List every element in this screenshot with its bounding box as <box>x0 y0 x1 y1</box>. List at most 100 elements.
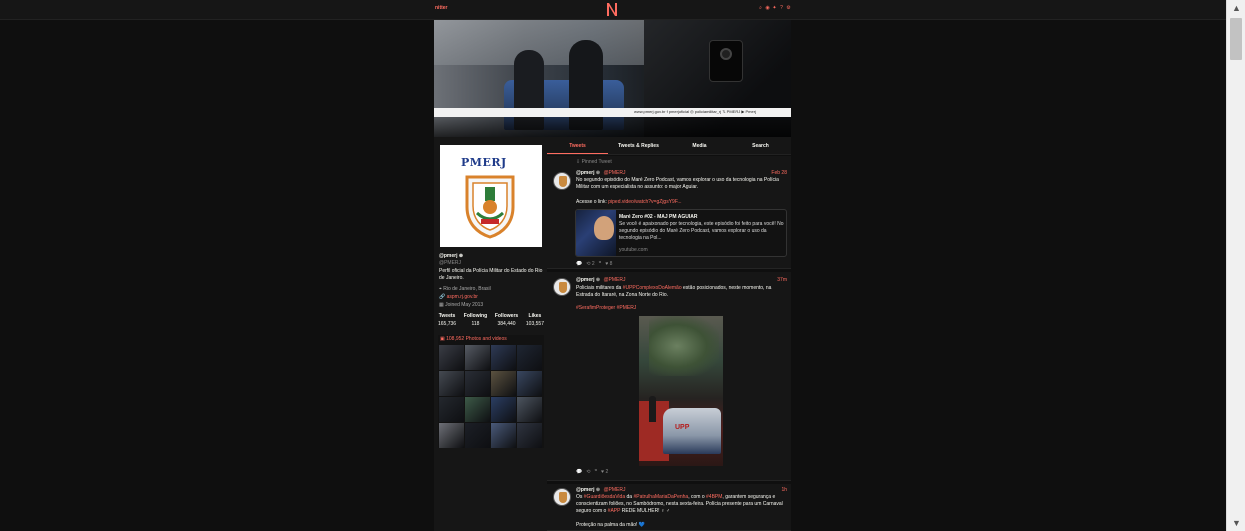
photo-rail-thumbnail[interactable] <box>465 371 490 396</box>
tweet-date[interactable]: 37m <box>777 277 787 283</box>
scroll-up-arrow-icon[interactable]: ▲ <box>1227 0 1245 16</box>
photo-rail-thumbnail[interactable] <box>465 397 490 422</box>
photo-rail-thumbnail[interactable] <box>439 423 464 448</box>
quote-icon[interactable]: ❞ <box>599 261 602 267</box>
profile-location: ⌖ Rio de Janeiro, Brasil <box>439 286 491 292</box>
stat-followers[interactable]: Followers 384,440 <box>495 313 518 327</box>
pmerj-crest-icon <box>465 175 515 239</box>
tweet-fullname[interactable]: @pmerj <box>576 170 595 176</box>
reply-icon[interactable]: 💬 <box>576 261 582 267</box>
tweet[interactable]: @pmerj ⊛ @PMERJ 1h Os #GuardiõesdaVida d… <box>547 484 791 531</box>
tab-search[interactable]: Search <box>730 137 791 154</box>
tweet-avatar[interactable] <box>553 278 571 296</box>
tweet-date[interactable]: 1h <box>781 487 787 493</box>
profile-fullname[interactable]: @pmerj ⊛ <box>439 253 463 259</box>
avatar-crest <box>559 176 567 187</box>
photo-rail-thumbnail[interactable] <box>439 345 464 370</box>
tweet-fullname[interactable]: @pmerj <box>576 487 595 493</box>
photo-rail: ▣ 108,952 Photos and videos <box>438 335 544 448</box>
photo-rail-thumbnail[interactable] <box>517 371 542 396</box>
tweet-text: No segundo episódio do Maré Zero Podcast… <box>576 177 779 190</box>
scroll-down-arrow-icon[interactable]: ▼ <box>1227 515 1245 531</box>
retweet-icon[interactable]: ⟲ <box>586 469 590 475</box>
tweet-header: @pmerj ⊛ @PMERJ <box>576 487 626 493</box>
photo-officer <box>649 396 656 422</box>
scrollbar-thumb[interactable] <box>1230 18 1242 60</box>
profile-banner[interactable]: www.pmerj.gov.br f pmerjoficial ◎ polici… <box>434 20 791 137</box>
tweet-text-line2: Proteção na palma da mão! 💙 <box>576 522 646 528</box>
tab-media[interactable]: Media <box>669 137 730 154</box>
like-stat[interactable]: ♥ 8 <box>605 261 612 267</box>
photo-rail-thumbnail[interactable] <box>465 423 490 448</box>
photo-rail-header[interactable]: ▣ 108,952 Photos and videos <box>440 336 507 342</box>
stat-tweets[interactable]: Tweets 165,736 <box>438 313 456 327</box>
tweet-link[interactable]: piped.video/watch?v=gZjgsY9F... <box>608 199 681 205</box>
tweet-username[interactable]: @PMERJ <box>603 170 625 176</box>
twitter-icon[interactable]: ✦ <box>772 6 777 11</box>
verified-icon: ⊛ <box>595 277 601 283</box>
avatar-crest <box>559 492 567 503</box>
quote-icon[interactable]: ❞ <box>594 469 597 475</box>
profile-card: PMERJ @pmerj ⊛ @PMERJ Perfil oficial da … <box>434 137 547 531</box>
tweet-stats: 💬 ⟲ 2 ❞ ♥ 8 <box>576 261 612 267</box>
photo-rail-thumbnail[interactable] <box>491 371 516 396</box>
rss-icon[interactable]: ◉ <box>765 6 770 11</box>
tab-tweets[interactable]: Tweets <box>547 137 608 154</box>
tweet-photo[interactable]: UPP <box>639 316 723 466</box>
camera-lens <box>720 48 732 60</box>
photo-rail-thumbnail[interactable] <box>517 397 542 422</box>
hashtag-link[interactable]: #PatrulhaMariaDaPenha <box>633 494 688 500</box>
tweet-stats: 💬 ⟲ ❞ ♥ 2 <box>576 469 608 475</box>
hashtag-link[interactable]: #SerafimProteger #PMERJ <box>576 305 636 311</box>
profile-bio: Perfil oficial da Polícia Militar do Est… <box>439 268 543 281</box>
photo-rail-thumbnail[interactable] <box>491 397 516 422</box>
profile-handle[interactable]: @PMERJ <box>439 260 461 266</box>
info-icon[interactable]: ? <box>779 6 784 11</box>
settings-icon[interactable]: ⚙ <box>786 6 791 11</box>
like-stat[interactable]: ♥ 2 <box>601 469 608 475</box>
hashtag-link[interactable]: #APP <box>608 508 621 514</box>
photo-rail-thumbnail[interactable] <box>439 397 464 422</box>
tweet-header: @pmerj ⊛ @PMERJ <box>576 170 626 176</box>
link-card[interactable]: Maré Zero #02 - MAJ PM AGUIAR Se você é … <box>575 209 787 257</box>
hashtag-link[interactable]: #GuardiõesdaVida <box>584 494 625 500</box>
card-title: Maré Zero #02 - MAJ PM AGUIAR <box>619 214 698 220</box>
nitter-brand-link[interactable]: nitter <box>435 5 448 11</box>
hashtag-link[interactable]: #UPPComplexoDoAlemão <box>623 285 682 291</box>
photo-rail-thumbnail[interactable] <box>439 371 464 396</box>
profile-avatar[interactable]: PMERJ <box>440 145 542 247</box>
tweet-date[interactable]: Feb 28 <box>771 170 787 176</box>
stat-likes[interactable]: Likes 103,557 <box>526 313 544 327</box>
search-icon[interactable]: ⌕ <box>758 6 763 11</box>
verified-icon: ⊛ <box>595 487 601 493</box>
photo-rail-thumbnail[interactable] <box>491 423 516 448</box>
profile-stats: Tweets 165,736 Following 118 Followers 384,… <box>438 313 544 327</box>
retweet-stat[interactable]: ⟲ 2 <box>586 261 594 267</box>
photo-rail-thumbnail[interactable] <box>465 345 490 370</box>
tweet-avatar[interactable] <box>553 172 571 190</box>
tweet-fullname[interactable]: @pmerj <box>576 277 595 283</box>
photo-tree <box>649 316 719 376</box>
stat-following[interactable]: Following 118 <box>464 313 487 327</box>
tweet-username[interactable]: @PMERJ <box>603 277 625 283</box>
photo-police-car <box>663 408 721 454</box>
photo-car-label: UPP <box>675 424 690 431</box>
nitter-logo-icon[interactable] <box>606 2 618 17</box>
photo-rail-thumbnail[interactable] <box>517 345 542 370</box>
page-scrollbar[interactable]: ▲ ▼ <box>1226 0 1245 531</box>
body-camera-icon <box>709 40 743 82</box>
tweet-avatar[interactable] <box>553 488 571 506</box>
tweet-pinned[interactable]: ⇩ Pinned Tweet @pmerj ⊛ @PMERJ Feb 28 No… <box>547 156 791 269</box>
tweet[interactable]: @pmerj ⊛ @PMERJ 37m Policiais militares … <box>547 272 791 481</box>
hashtag-link[interactable]: #4BPM <box>706 494 722 500</box>
verified-icon: ⊛ <box>458 253 464 259</box>
tweet-username[interactable]: @PMERJ <box>603 487 625 493</box>
photo-rail-thumbnail[interactable] <box>491 345 516 370</box>
profile-website[interactable]: 🔗 aspm.rj.gov.br <box>439 294 478 300</box>
tab-tweets-replies[interactable]: Tweets & Replies <box>608 137 669 154</box>
verified-icon: ⊛ <box>595 170 601 176</box>
reply-icon[interactable]: 💬 <box>576 469 582 475</box>
photo-rail-thumbnail[interactable] <box>517 423 542 448</box>
banner-shade <box>434 117 791 137</box>
card-description: Se você é apaixonado por tecnologia, est… <box>619 221 784 241</box>
